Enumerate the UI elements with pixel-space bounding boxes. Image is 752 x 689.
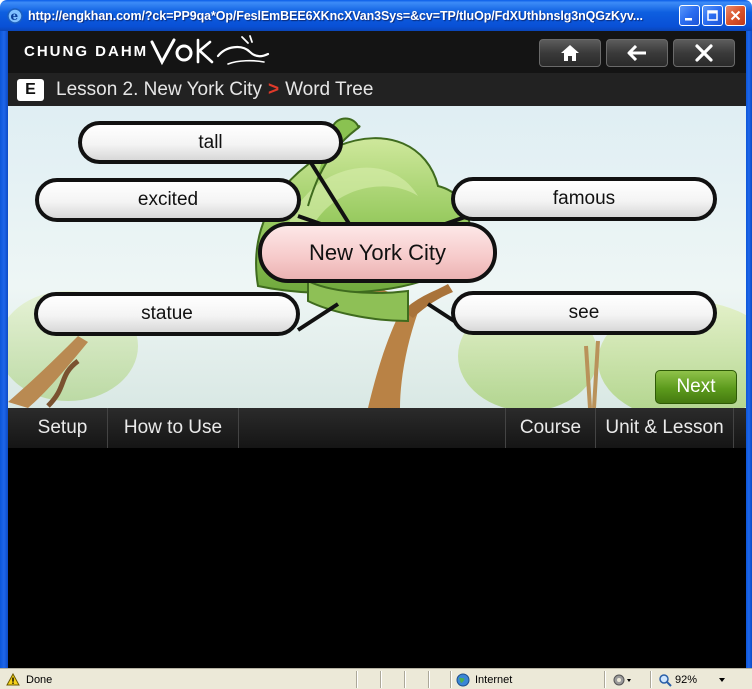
word-pill-excited[interactable]: excited (35, 178, 301, 222)
minimize-button[interactable] (679, 5, 700, 26)
nav-unit-lesson[interactable]: Unit & Lesson (596, 408, 734, 448)
breadcrumb: E Lesson 2. New York City > Word Tree (8, 73, 746, 106)
page-title: Word Tree (285, 78, 374, 100)
status-divider (380, 671, 382, 688)
window-title: http://engkhan.com/?ck=PP9qa*Op/FeslEmBE… (28, 8, 643, 23)
home-button[interactable] (539, 39, 601, 67)
zoom-control[interactable]: 92% (658, 671, 727, 688)
back-button[interactable] (606, 39, 668, 67)
word-tree-scene: tall excited famous New York City statue… (8, 106, 746, 408)
status-divider (650, 671, 652, 688)
status-divider (450, 671, 452, 688)
close-icon (695, 44, 713, 62)
window-close-button[interactable] (725, 5, 746, 26)
bottom-nav: Setup How to Use Course Unit & Lesson (8, 408, 746, 448)
exit-button[interactable] (673, 39, 735, 67)
svg-text:e: e (11, 9, 19, 23)
status-divider (356, 671, 358, 688)
globe-icon (456, 673, 470, 686)
nav-setup[interactable]: Setup (18, 408, 108, 448)
status-divider (604, 671, 606, 688)
lesson-title: Lesson 2. New York City (56, 78, 262, 100)
word-pill-famous[interactable]: famous (451, 177, 717, 221)
app-header: CHUNG DAHM (8, 31, 746, 73)
warning-icon (6, 673, 20, 686)
home-icon (561, 45, 579, 61)
app-content: CHUNG DAHM E Lesson 2. New York City > W… (8, 31, 746, 668)
maximize-button[interactable] (702, 5, 723, 26)
word-pill-see[interactable]: see (451, 291, 717, 335)
word-pill-tall[interactable]: tall (78, 121, 343, 164)
status-divider (404, 671, 406, 688)
window-frame-left (0, 31, 8, 668)
browser-statusbar: Done Internet 92% (0, 668, 752, 689)
zoom-level: 92% (675, 673, 698, 686)
back-arrow-icon (627, 45, 646, 61)
internet-explorer-icon: e (7, 7, 23, 24)
level-badge: E (17, 78, 44, 101)
status-text: Done (26, 673, 53, 686)
status-zone: Internet (456, 671, 512, 688)
nav-how-to-use[interactable]: How to Use (108, 408, 239, 448)
word-pill-statue[interactable]: statue (34, 292, 300, 336)
center-word-new-york-city[interactable]: New York City (258, 222, 497, 283)
protected-mode-button[interactable] (612, 671, 634, 688)
status-divider (428, 671, 430, 688)
gear-icon (613, 674, 631, 685)
chevron-down-icon (719, 677, 726, 682)
window-close-icon (730, 10, 741, 21)
status-done: Done (6, 671, 52, 688)
minimize-icon (685, 18, 692, 21)
nav-course[interactable]: Course (505, 408, 596, 448)
breadcrumb-text: Lesson 2. New York City > Word Tree (56, 79, 373, 101)
zoom-magnifier-icon (659, 673, 672, 687)
maximize-icon (707, 10, 718, 21)
window-frame-right (746, 31, 752, 668)
zone-label: Internet (475, 673, 513, 686)
window-titlebar: e http://engkhan.com/?ck=PP9qa*Op/FeslEm… (0, 0, 752, 31)
vokhan-logo (150, 35, 270, 66)
brand-name: CHUNG DAHM (24, 43, 149, 60)
breadcrumb-separator: > (267, 78, 280, 100)
next-button[interactable]: Next (655, 370, 737, 404)
